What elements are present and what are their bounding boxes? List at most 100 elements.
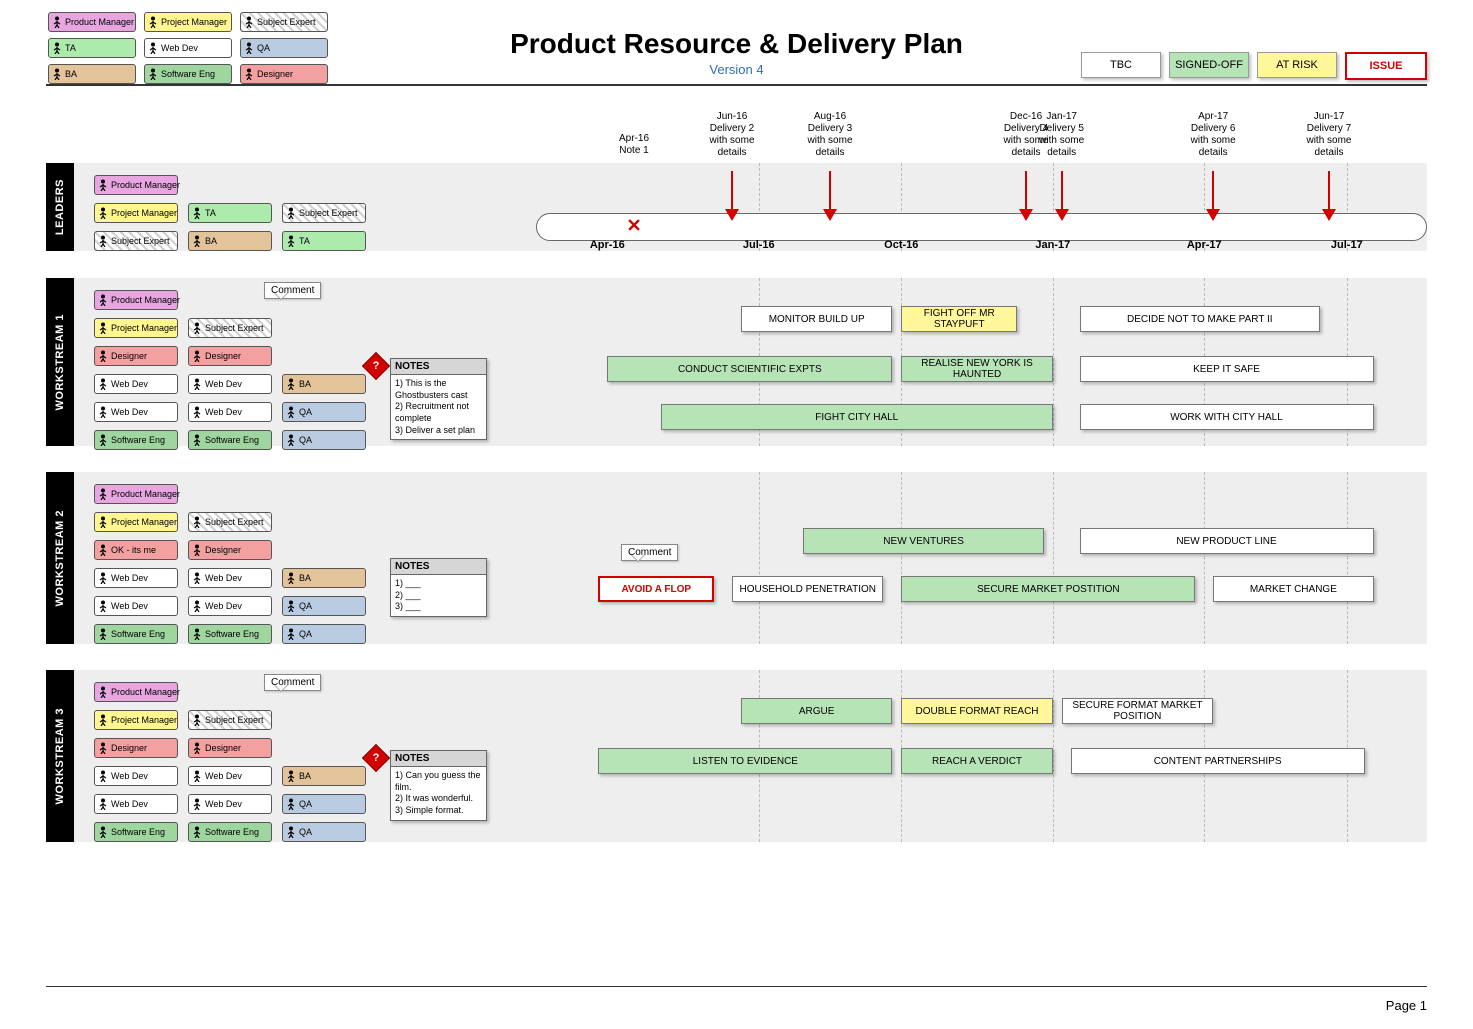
- task-bar[interactable]: KEEP IT SAFE: [1080, 356, 1374, 382]
- role-chip: OK - its me: [94, 540, 178, 560]
- gridline: [759, 472, 760, 644]
- role-chip: Web Dev: [188, 766, 272, 786]
- status-chip-issue: ISSUE: [1345, 52, 1427, 80]
- task-bar[interactable]: AVOID A FLOP: [598, 576, 714, 602]
- comment-bubble: Comment: [264, 674, 321, 691]
- team-grid: Product Manager Project Manager Subject Ex…: [94, 682, 370, 846]
- lane-ws3: WORKSTREAM 3 Product Manager Project Manag…: [46, 670, 1427, 842]
- role-chip: Web Dev: [94, 596, 178, 616]
- task-bar[interactable]: WORK WITH CITY HALL: [1080, 404, 1374, 430]
- role-chip: BA: [188, 231, 272, 251]
- team-grid: Product ManagerProject ManagerSubject Ex…: [94, 484, 370, 648]
- status-chip-tbc: TBC: [1081, 52, 1161, 78]
- role-chip: Product Manager: [94, 290, 178, 310]
- milestone-x-icon: ✕: [626, 216, 641, 237]
- gridline: [1053, 278, 1054, 446]
- milestone-label: Jun-17Delivery 7with somedetails: [1294, 111, 1364, 159]
- team-grid: Product ManagerProject ManagerSubject Ex…: [94, 290, 370, 454]
- role-chip: Web Dev: [94, 794, 178, 814]
- milestone-label: Apr-17Delivery 6with somedetails: [1178, 111, 1248, 159]
- task-bar[interactable]: SECURE FORMAT MARKET POSITION: [1062, 698, 1213, 724]
- timeline-axis: [536, 213, 1427, 241]
- axis-tick: Jul-17: [1331, 239, 1363, 275]
- role-chip: Web Dev: [188, 374, 272, 394]
- lane-tab: LEADERS: [46, 163, 74, 251]
- lane-ws1: WORKSTREAM 1Product ManagerProject Manag…: [46, 278, 1427, 446]
- milestone-arrow-icon: [725, 209, 739, 221]
- role-chip: Web Dev: [188, 794, 272, 814]
- role-chip: Web Dev: [188, 596, 272, 616]
- role-chip: QA: [282, 402, 366, 422]
- task-bar[interactable]: NEW PRODUCT LINE: [1080, 528, 1374, 554]
- milestone-arrow-line: [1212, 171, 1214, 209]
- role-chip: QA: [282, 794, 366, 814]
- task-bar[interactable]: DECIDE NOT TO MAKE PART II: [1080, 306, 1321, 332]
- task-bar[interactable]: REALISE NEW YORK IS HAUNTED: [901, 356, 1052, 382]
- milestone-arrow-line: [829, 171, 831, 209]
- role-chip: Subject Expert: [282, 203, 366, 223]
- milestone-arrow-line: [1328, 171, 1330, 209]
- role-chip: Web Dev: [188, 568, 272, 588]
- status-chip-risk: AT RISK: [1257, 52, 1337, 78]
- role-chip: Web Dev: [94, 766, 178, 786]
- task-bar[interactable]: CONTENT PARTNERSHIPS: [1071, 748, 1365, 774]
- gridline: [1204, 472, 1205, 644]
- timeline-area: ARGUE DOUBLE FORMAT REACH SECURE FORMAT MA…: [536, 670, 1427, 842]
- role-chip: Product Manager: [94, 682, 178, 702]
- lane-leaders: LEADERS Product Manager Project Manager TA S…: [46, 163, 1427, 251]
- role-chip: QA: [282, 596, 366, 616]
- role-chip: Web Dev: [188, 402, 272, 422]
- role-chip: Project Manager: [94, 203, 178, 223]
- role-chip: Software Eng: [94, 822, 178, 842]
- status-chip-ok: SIGNED-OFF: [1169, 52, 1249, 78]
- role-chip: BA: [282, 374, 366, 394]
- role-chip: Designer: [94, 738, 178, 758]
- lane-tab: WORKSTREAM 1: [46, 278, 74, 446]
- role-chip: QA: [282, 822, 366, 842]
- milestone-arrow-icon: [1055, 209, 1069, 221]
- task-bar[interactable]: LISTEN TO EVIDENCE: [598, 748, 892, 774]
- role-chip: QA: [282, 430, 366, 450]
- role-chip: Project Manager: [94, 710, 178, 730]
- role-chip: Product Manager: [94, 175, 178, 195]
- role-chip: Web Dev: [94, 568, 178, 588]
- task-bar[interactable]: SECURE MARKET POSTITION: [901, 576, 1195, 602]
- task-bar[interactable]: REACH A VERDICT: [901, 748, 1052, 774]
- role-chip: TA: [282, 231, 366, 251]
- axis-tick: Oct-16: [884, 239, 918, 275]
- lane-tab: WORKSTREAM 3: [46, 670, 74, 842]
- milestone-arrow-line: [1025, 171, 1027, 209]
- role-chip: BA: [282, 568, 366, 588]
- task-bar[interactable]: FIGHT CITY HALL: [661, 404, 1053, 430]
- role-chip: Designer: [94, 346, 178, 366]
- task-bar[interactable]: ARGUE: [741, 698, 892, 724]
- role-chip: Web Dev: [94, 402, 178, 422]
- role-chip: Software Eng: [188, 430, 272, 450]
- role-chip: Software Eng: [94, 624, 178, 644]
- gridline: [1053, 472, 1054, 644]
- timeline-area: Apr-16Jul-16Oct-16Jan-17Apr-17Jul-17Apr-…: [536, 163, 1427, 251]
- task-bar[interactable]: MONITOR BUILD UP: [741, 306, 892, 332]
- role-chip: TA: [188, 203, 272, 223]
- role-chip: Designer: [188, 738, 272, 758]
- task-bar[interactable]: CONDUCT SCIENTIFIC EXPTS: [607, 356, 892, 382]
- gridline: [1053, 670, 1054, 842]
- task-bar[interactable]: FIGHT OFF MR STAYPUFT: [901, 306, 1017, 332]
- lane-ws2: WORKSTREAM 2Product ManagerProject Manag…: [46, 472, 1427, 644]
- role-chip: Designer: [188, 540, 272, 560]
- role-chip: Software Eng: [94, 430, 178, 450]
- page-number: Page 1: [1386, 998, 1427, 1013]
- role-chip: BA: [282, 766, 366, 786]
- notes-box: NOTES1) This is the Ghostbusters cast2) …: [390, 358, 487, 440]
- timeline-area: NEW VENTURES NEW PRODUCT LINE AVOID A FLOP…: [536, 472, 1427, 644]
- role-chip: Subject Expert: [188, 318, 272, 338]
- role-chip: Software Eng: [188, 624, 272, 644]
- axis-tick: Apr-16: [590, 239, 625, 275]
- task-bar[interactable]: HOUSEHOLD PENETRATION: [732, 576, 883, 602]
- task-bar[interactable]: NEW VENTURES: [803, 528, 1044, 554]
- task-bar[interactable]: MARKET CHANGE: [1213, 576, 1373, 602]
- task-bar[interactable]: DOUBLE FORMAT REACH: [901, 698, 1052, 724]
- role-chip: Product Manager: [94, 484, 178, 504]
- role-chip: Web Dev: [94, 374, 178, 394]
- role-chip: Subject Expert: [188, 710, 272, 730]
